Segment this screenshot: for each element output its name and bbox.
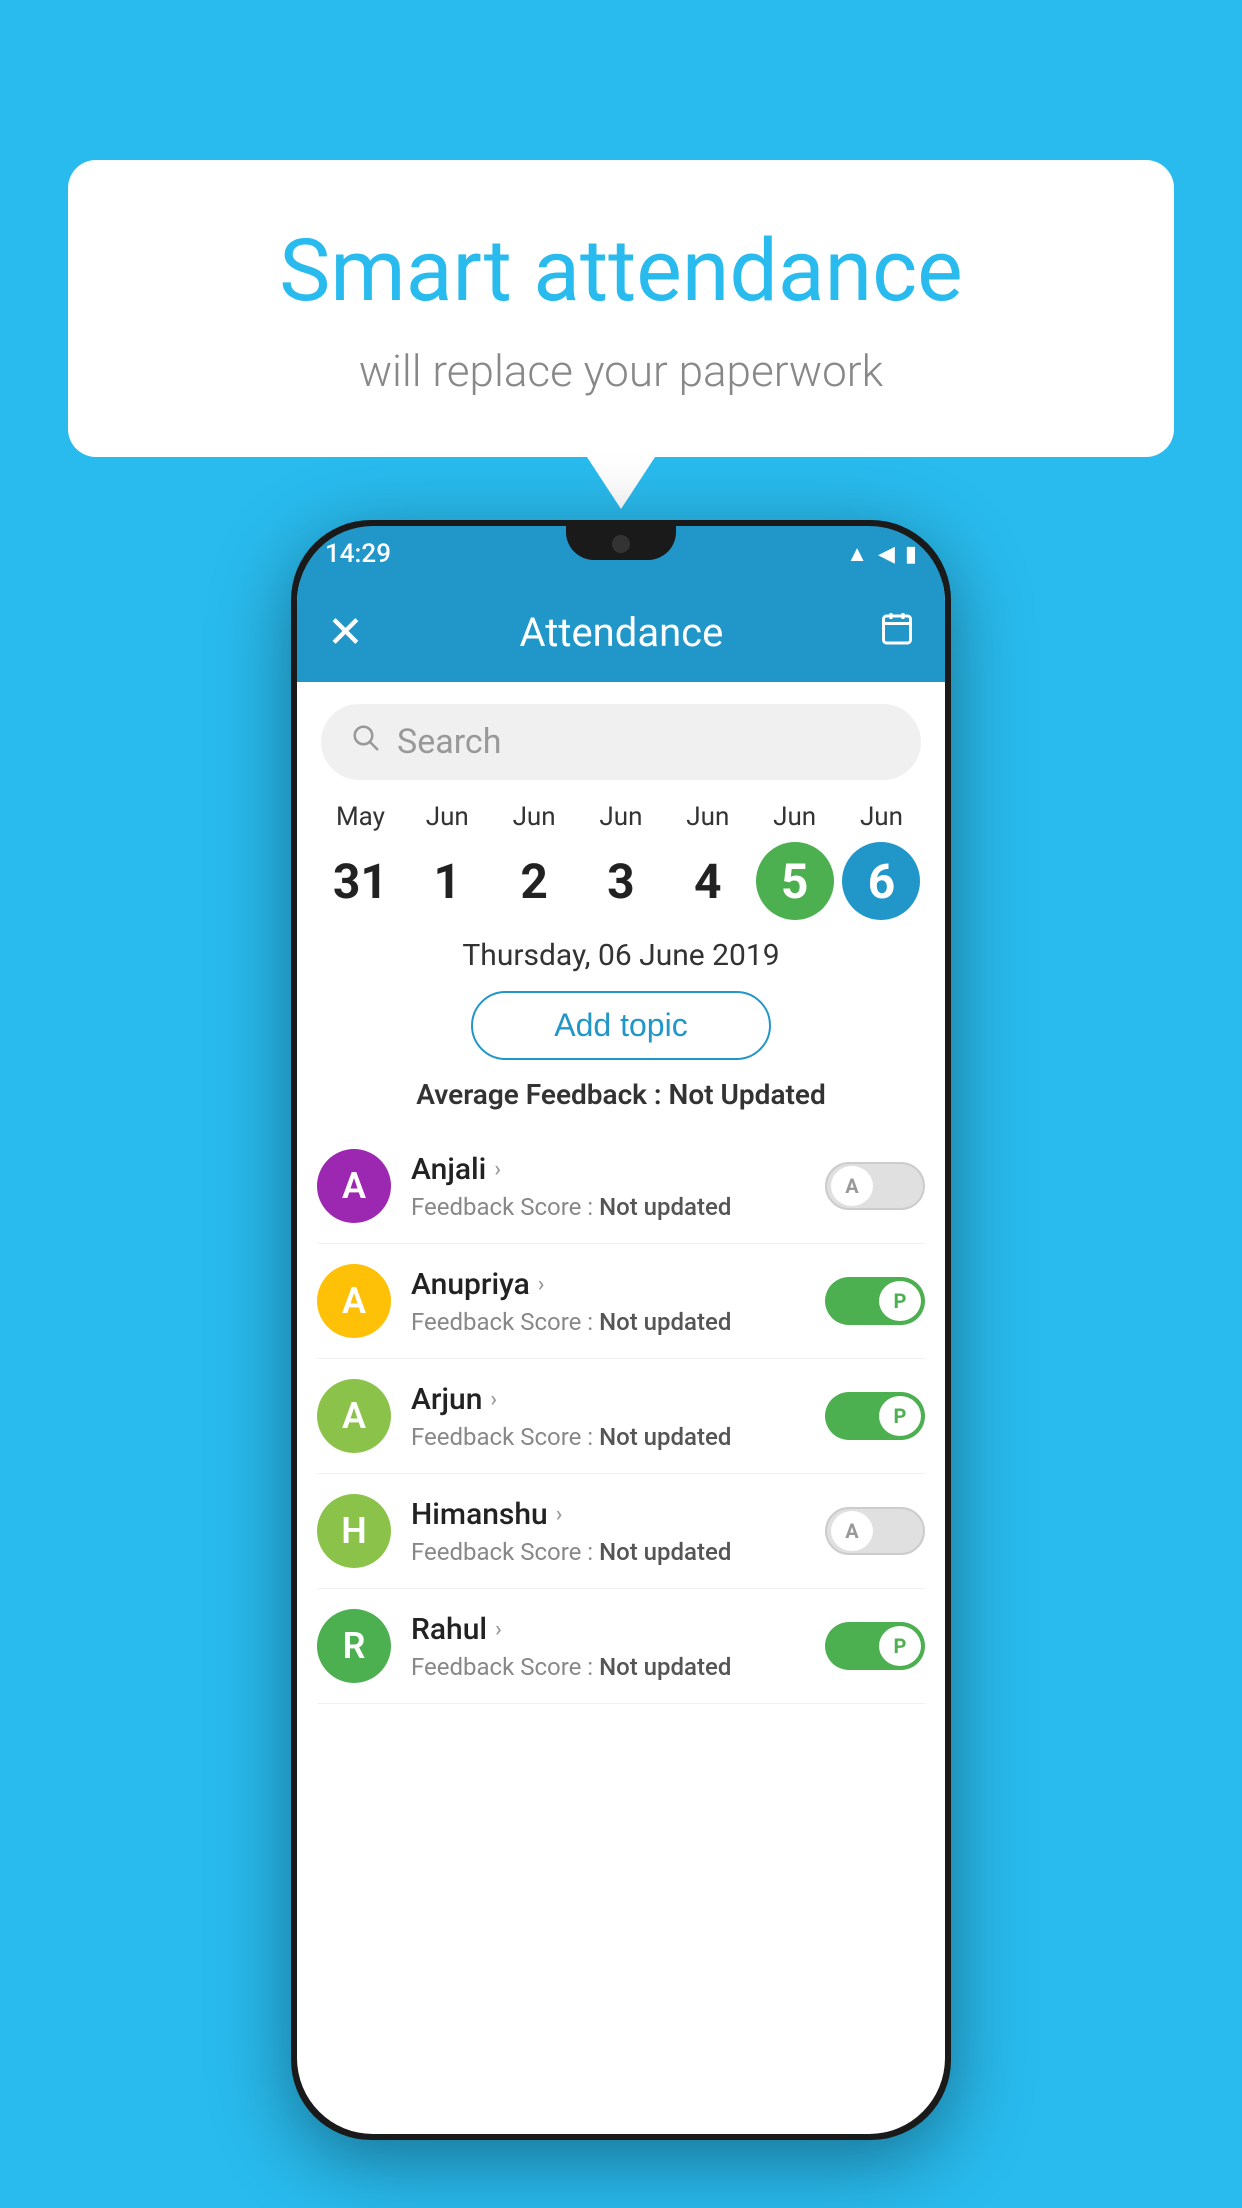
date-display: Thursday, 06 June 2019: [297, 938, 945, 973]
student-info: Anupriya › Feedback Score : Not updated: [411, 1267, 805, 1336]
chevron-icon: ›: [494, 1157, 501, 1182]
student-name: Anupriya ›: [411, 1267, 805, 1302]
avatar: R: [317, 1609, 391, 1683]
calendar-item[interactable]: Jun 6: [842, 802, 920, 920]
cal-day[interactable]: 31: [321, 842, 399, 920]
cal-day[interactable]: 1: [408, 842, 486, 920]
cal-month: Jun: [773, 802, 816, 832]
cal-day[interactable]: 3: [582, 842, 660, 920]
cal-day[interactable]: 4: [669, 842, 747, 920]
student-item[interactable]: H Himanshu › Feedback Score : Not updated A: [317, 1474, 925, 1589]
avatar: A: [317, 1264, 391, 1338]
add-topic-button[interactable]: Add topic: [471, 991, 771, 1060]
feedback-score: Feedback Score : Not updated: [411, 1308, 805, 1336]
toggle-knob: P: [879, 1626, 921, 1666]
cal-month: Jun: [860, 802, 903, 832]
student-name: Himanshu ›: [411, 1497, 805, 1532]
student-name: Arjun ›: [411, 1382, 805, 1417]
student-info: Anjali › Feedback Score : Not updated: [411, 1152, 805, 1221]
chevron-icon: ›: [556, 1502, 563, 1527]
cal-month: Jun: [599, 802, 642, 832]
calendar-item[interactable]: Jun 5: [756, 802, 834, 920]
student-item[interactable]: A Anupriya › Feedback Score : Not updated P: [317, 1244, 925, 1359]
phone-inner: 14:29 ▲ ◀ ▮ ✕ Attendance: [297, 526, 945, 2134]
attendance-toggle[interactable]: P: [825, 1622, 925, 1670]
cal-day[interactable]: 6: [842, 842, 920, 920]
student-info: Arjun › Feedback Score : Not updated: [411, 1382, 805, 1451]
chevron-icon: ›: [538, 1272, 545, 1297]
toggle-knob: P: [879, 1396, 921, 1436]
toggle-knob: A: [831, 1166, 873, 1206]
calendar-item[interactable]: Jun 4: [669, 802, 747, 920]
attendance-toggle[interactable]: A: [825, 1162, 925, 1210]
student-info: Rahul › Feedback Score : Not updated: [411, 1612, 805, 1681]
calendar-row: May 31 Jun 1 Jun 2 Jun 3 Jun 4 Jun 5 Jun 6: [297, 802, 945, 920]
close-button[interactable]: ✕: [327, 606, 364, 658]
app-header: ✕ Attendance: [297, 582, 945, 682]
toggle-knob: A: [831, 1511, 873, 1551]
speech-bubble-container: Smart attendance will replace your paper…: [68, 160, 1174, 457]
attendance-toggle[interactable]: P: [825, 1277, 925, 1325]
camera: [612, 535, 630, 553]
cal-day[interactable]: 5: [756, 842, 834, 920]
student-item[interactable]: R Rahul › Feedback Score : Not updated P: [317, 1589, 925, 1704]
app-content: ✕ Attendance: [297, 582, 945, 2134]
speech-bubble: Smart attendance will replace your paper…: [68, 160, 1174, 457]
avg-feedback-value: Not Updated: [669, 1078, 826, 1111]
chevron-icon: ›: [495, 1617, 502, 1642]
feedback-score: Feedback Score : Not updated: [411, 1193, 805, 1221]
avatar: A: [317, 1149, 391, 1223]
calendar-icon[interactable]: [879, 610, 915, 655]
search-icon: [351, 722, 381, 762]
student-info: Himanshu › Feedback Score : Not updated: [411, 1497, 805, 1566]
avg-feedback-label: Average Feedback :: [416, 1078, 668, 1111]
header-title: Attendance: [364, 609, 879, 656]
attendance-toggle[interactable]: A: [825, 1507, 925, 1555]
avatar: H: [317, 1494, 391, 1568]
student-name: Rahul ›: [411, 1612, 805, 1647]
speech-bubble-subtitle: will replace your paperwork: [128, 345, 1114, 397]
search-bar[interactable]: Search: [321, 704, 921, 780]
student-item[interactable]: A Arjun › Feedback Score : Not updated P: [317, 1359, 925, 1474]
attendance-toggle[interactable]: P: [825, 1392, 925, 1440]
notch: [566, 526, 676, 560]
calendar-item[interactable]: Jun 2: [495, 802, 573, 920]
cal-month: Jun: [426, 802, 469, 832]
chevron-icon: ›: [490, 1387, 497, 1412]
feedback-score: Feedback Score : Not updated: [411, 1653, 805, 1681]
toggle-knob: P: [879, 1281, 921, 1321]
search-input[interactable]: Search: [397, 722, 501, 762]
status-icons: ▲ ◀ ▮: [846, 541, 917, 567]
signal-icon: ◀: [878, 542, 895, 567]
calendar-item[interactable]: Jun 3: [582, 802, 660, 920]
calendar-item[interactable]: Jun 1: [408, 802, 486, 920]
speech-bubble-title: Smart attendance: [128, 220, 1114, 321]
feedback-score: Feedback Score : Not updated: [411, 1423, 805, 1451]
battery-icon: ▮: [905, 542, 917, 567]
cal-month: Jun: [513, 802, 556, 832]
feedback-score: Feedback Score : Not updated: [411, 1538, 805, 1566]
avatar: A: [317, 1379, 391, 1453]
status-time: 14:29: [325, 539, 391, 569]
student-name: Anjali ›: [411, 1152, 805, 1187]
student-list: AAnjali ›Feedback Score : Not updatedAAA…: [297, 1129, 945, 1704]
cal-day[interactable]: 2: [495, 842, 573, 920]
cal-month: Jun: [686, 802, 729, 832]
student-item[interactable]: A Anjali › Feedback Score : Not updated A: [317, 1129, 925, 1244]
cal-month: May: [336, 802, 385, 832]
phone-frame: 14:29 ▲ ◀ ▮ ✕ Attendance: [291, 520, 951, 2140]
wifi-icon: ▲: [846, 541, 868, 567]
avg-feedback: Average Feedback : Not Updated: [297, 1078, 945, 1111]
calendar-item[interactable]: May 31: [321, 802, 399, 920]
